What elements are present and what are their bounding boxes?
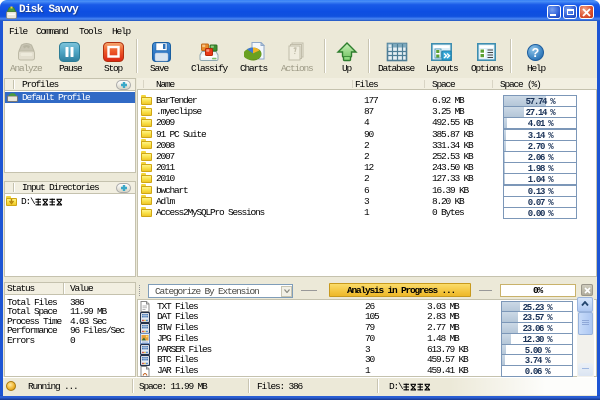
svg-text:?: ? — [532, 46, 540, 60]
